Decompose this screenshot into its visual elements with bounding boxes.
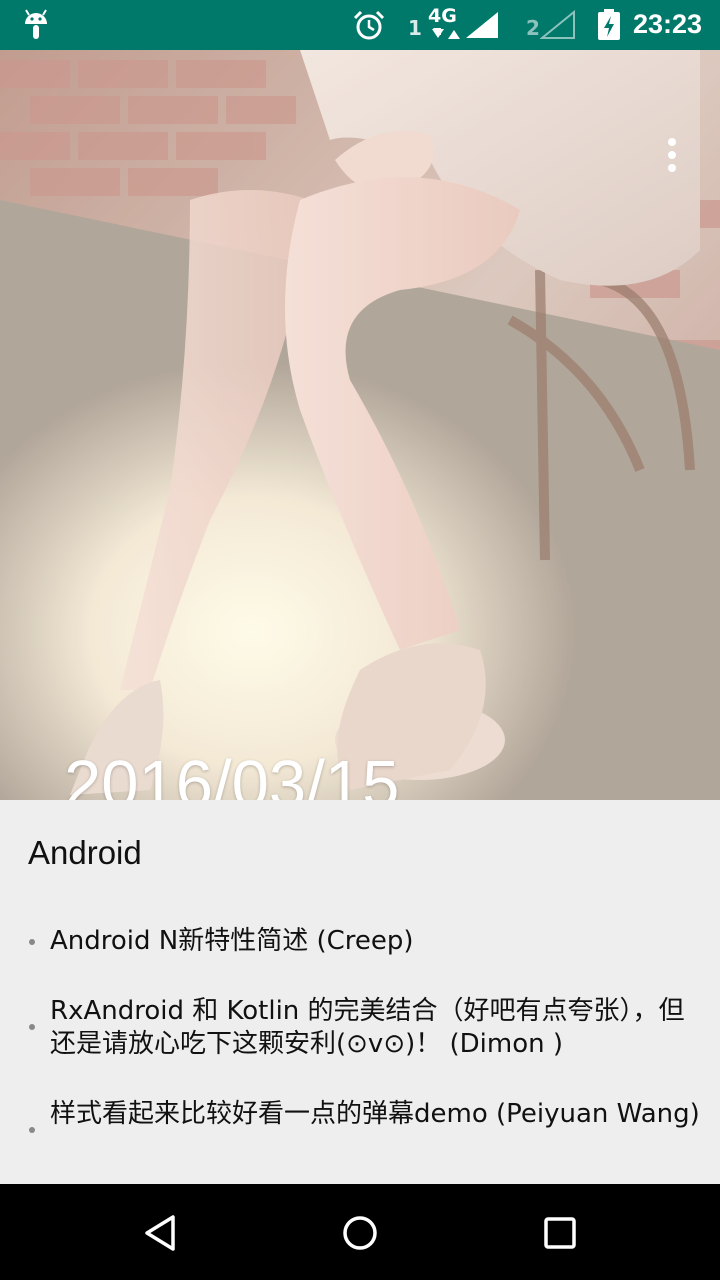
daily-content: Android Android N新特性简述 (Creep) RxAndroid…	[0, 800, 720, 1184]
post-link[interactable]: RxAndroid 和 Kotlin 的完美结合（好吧有点夸张），但还是请放心吃…	[50, 995, 700, 1061]
header-photo-illustration	[0, 50, 720, 800]
network-type-label: 4G	[428, 5, 457, 27]
back-icon[interactable]	[135, 1208, 185, 1258]
post-link[interactable]: Android N新特性简述 (Creep)	[50, 925, 700, 958]
status-bar: 1 4G 2 23:23	[0, 0, 720, 50]
navigation-bar	[0, 1184, 720, 1280]
bullet-dot	[29, 1024, 35, 1030]
bullet-dot	[29, 1127, 35, 1133]
alarm-icon	[353, 10, 385, 40]
sim1-label: 1	[408, 16, 422, 40]
status-clock: 23:23	[633, 9, 703, 39]
signal-icon-sim2	[540, 10, 575, 39]
header-photo: 2016/03/15	[0, 50, 720, 800]
sim2-label: 2	[526, 16, 540, 40]
signal-icon	[466, 12, 498, 38]
recents-icon[interactable]	[535, 1208, 585, 1258]
data-activity-icon	[432, 28, 460, 39]
home-icon[interactable]	[335, 1208, 385, 1258]
date-title: 2016/03/15	[64, 747, 400, 800]
android-icon	[25, 9, 47, 39]
post-link[interactable]: 样式看起来比较好看一点的弹幕demo (Peiyuan Wang)	[50, 1098, 700, 1131]
bullet-dot	[29, 939, 35, 945]
more-vert-icon[interactable]	[652, 134, 692, 180]
battery-charging-icon	[598, 9, 620, 40]
section-title: Android	[28, 834, 142, 871]
